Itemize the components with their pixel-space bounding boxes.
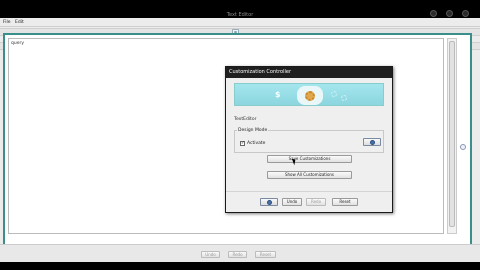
dialog-info-button[interactable] (260, 198, 278, 206)
dialog-undo-button[interactable]: Undo (282, 198, 302, 206)
small-gear-icon (331, 91, 337, 97)
bottom-action-bar: Undo Redo Reset (0, 244, 480, 262)
maximize-icon[interactable] (446, 10, 453, 17)
section-label: TextEditor (234, 117, 257, 122)
banner-cloud (297, 86, 323, 105)
editor-text: query (11, 41, 24, 46)
minimize-icon[interactable] (430, 10, 437, 17)
menu-edit[interactable]: Edit (15, 20, 24, 25)
resize-handle-icon[interactable] (460, 144, 466, 150)
design-mode-group: Design Mode ✓ Activate (234, 128, 384, 153)
undo-button[interactable]: Undo (201, 251, 220, 258)
screen-bottom-edge (0, 262, 480, 270)
info-icon (370, 140, 375, 145)
dialog-separator (226, 191, 392, 192)
redo-button[interactable]: Redo (228, 251, 247, 258)
activate-label: Activate (247, 141, 266, 146)
dialog-redo-button[interactable]: Redo (306, 198, 326, 206)
reset-button[interactable]: Reset (255, 251, 276, 258)
dialog-reset-button[interactable]: Reset (332, 198, 358, 206)
dialog-title: Customization Controller (226, 67, 392, 78)
activate-checkbox[interactable]: ✓ (240, 141, 245, 146)
info-button[interactable] (363, 138, 381, 146)
dollar-icon: $ (275, 90, 281, 99)
customization-dialog: Customization Controller $ TextEditor De… (225, 66, 393, 213)
save-customizations-button[interactable]: Save Customizations (267, 155, 352, 163)
group-legend: Design Mode (237, 128, 269, 133)
gear-icon (305, 91, 315, 101)
menu-file[interactable]: File (3, 20, 11, 25)
show-all-customizations-button[interactable]: Show All Customizations (267, 171, 352, 179)
scrollbar-thumb[interactable] (449, 41, 455, 227)
info-icon (267, 200, 272, 205)
close-icon[interactable] (462, 10, 469, 17)
menu-bar: File Edit (0, 18, 480, 27)
vertical-scrollbar[interactable] (447, 38, 457, 234)
dialog-banner: $ (234, 83, 384, 106)
small-gear-icon (341, 95, 347, 101)
